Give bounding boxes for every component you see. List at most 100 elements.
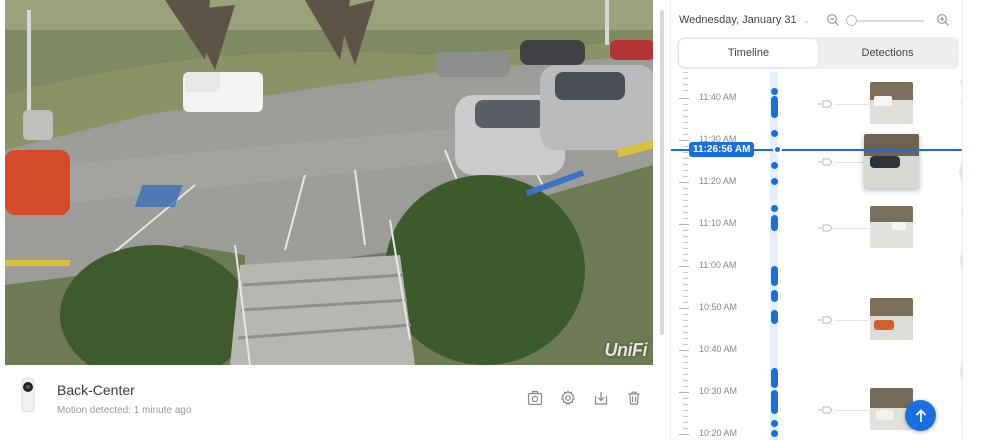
scroll-to-now-button[interactable]	[905, 400, 936, 431]
date-picker[interactable]: Wednesday, January 31 ⌄	[679, 14, 810, 26]
ruler-tick	[683, 170, 688, 171]
zoom-in-icon[interactable]	[936, 13, 950, 27]
time-label: 10:40 AM	[699, 344, 738, 354]
camera-status: Motion detected: 1 minute ago	[57, 405, 192, 416]
gear-icon	[560, 389, 575, 405]
motion-event-dot[interactable]	[771, 420, 778, 427]
ruler-tick	[683, 326, 688, 327]
ruler-tick	[683, 296, 688, 297]
zoom-slider[interactable]	[848, 20, 924, 22]
ruler-tick	[683, 200, 688, 201]
ruler-tick	[683, 146, 688, 147]
motion-event-dot[interactable]	[771, 368, 778, 388]
time-ruler	[679, 72, 691, 440]
motion-event-dot[interactable]	[771, 310, 778, 324]
ruler-tick	[683, 344, 688, 345]
ruler-tick	[683, 164, 688, 165]
ruler-tick	[683, 176, 688, 177]
date-label: Wednesday, January 31	[679, 14, 797, 26]
settings-button[interactable]	[558, 388, 577, 407]
ruler-tick	[683, 152, 688, 153]
ruler-tick	[683, 428, 688, 429]
tab-timeline[interactable]: Timeline	[679, 39, 818, 67]
ruler-tick	[683, 320, 688, 321]
time-label: 11:00 AM	[699, 260, 737, 270]
ruler-tick	[683, 356, 688, 357]
ruler-tick	[683, 72, 688, 73]
ruler-major-tick	[679, 350, 689, 351]
motion-icon	[818, 316, 833, 324]
event-thumbnail-selected[interactable]	[864, 134, 919, 188]
timeline-scrubber[interactable]: 11:40 AM 11:30 AM 11:20 AM 11:10 AM 11:0…	[671, 72, 962, 440]
delete-button[interactable]	[624, 388, 643, 407]
tab-detections[interactable]: Detections	[818, 39, 957, 67]
ruler-tick	[683, 362, 688, 363]
ruler-tick	[683, 284, 688, 285]
ruler-major-tick	[679, 98, 689, 99]
ruler-tick	[683, 338, 688, 339]
motion-event-dot[interactable]	[771, 88, 778, 95]
ruler-tick	[683, 104, 688, 105]
snapshot-icon	[527, 390, 542, 405]
time-label: 11:20 AM	[699, 176, 737, 186]
ruler-major-tick	[679, 140, 689, 141]
ruler-tick	[683, 374, 688, 375]
ruler-tick	[683, 302, 688, 303]
ruler-tick	[683, 194, 688, 195]
event-thumbnail[interactable]	[870, 298, 913, 340]
download-icon	[594, 391, 607, 405]
connector-line	[835, 320, 869, 321]
current-time-marker[interactable]	[773, 145, 782, 154]
time-label: 10:20 AM	[699, 428, 738, 438]
motion-event-dot[interactable]	[771, 430, 778, 437]
ruler-tick	[683, 278, 688, 279]
connector-line	[835, 228, 869, 229]
camera-actions	[525, 388, 643, 407]
download-button[interactable]	[591, 388, 610, 407]
camera-info-bar: Back-Center Motion detected: 1 minute ag…	[5, 366, 653, 440]
motion-event-dot[interactable]	[771, 215, 778, 231]
ruler-tick	[683, 272, 688, 273]
motion-event-dot[interactable]	[771, 205, 778, 212]
motion-event-dot[interactable]	[771, 390, 778, 414]
ruler-tick	[683, 386, 688, 387]
event-thumbnail[interactable]	[870, 206, 913, 248]
ruler-major-tick	[679, 308, 689, 309]
connector-line	[835, 410, 869, 411]
motion-event-dot[interactable]	[771, 96, 778, 118]
motion-event-dot[interactable]	[771, 178, 778, 185]
motion-event-dot[interactable]	[771, 266, 778, 286]
time-label: 10:50 AM	[699, 302, 738, 312]
time-label: 11:40 AM	[699, 92, 737, 102]
ruler-tick	[683, 78, 688, 79]
ruler-tick	[683, 242, 688, 243]
zoom-slider-handle[interactable]	[846, 15, 857, 26]
camera-device-icon	[21, 378, 35, 412]
ruler-tick	[683, 368, 688, 369]
protect-app: UniFi Back-Center Motion detected: 1 min…	[0, 0, 984, 440]
chevron-down-icon: ⌄	[802, 14, 811, 25]
ruler-tick	[683, 90, 688, 91]
ruler-tick	[683, 416, 688, 417]
snapshot-button[interactable]	[525, 388, 544, 407]
motion-event-dot[interactable]	[771, 162, 778, 169]
camera-video-feed[interactable]: UniFi	[5, 0, 653, 365]
ruler-major-tick	[679, 266, 689, 267]
ruler-tick	[683, 332, 688, 333]
activity-waveform	[959, 77, 962, 425]
time-label: 11:10 AM	[699, 218, 737, 228]
motion-event-dot[interactable]	[771, 130, 778, 137]
motion-icon	[818, 406, 833, 414]
ruler-tick	[683, 188, 688, 189]
ruler-tick	[683, 110, 688, 111]
ruler-tick	[683, 230, 688, 231]
page-scrollbar[interactable]	[660, 10, 664, 335]
view-tabs: Timeline Detections	[677, 37, 959, 69]
parking-lot-scene	[5, 0, 653, 365]
event-thumbnail[interactable]	[870, 82, 913, 124]
motion-event-dot[interactable]	[771, 290, 778, 302]
ruler-tick	[683, 314, 688, 315]
zoom-out-icon[interactable]	[826, 13, 840, 27]
ruler-tick	[683, 398, 688, 399]
timeline-panel: Wednesday, January 31 ⌄ Timeline Detecti…	[670, 0, 963, 440]
